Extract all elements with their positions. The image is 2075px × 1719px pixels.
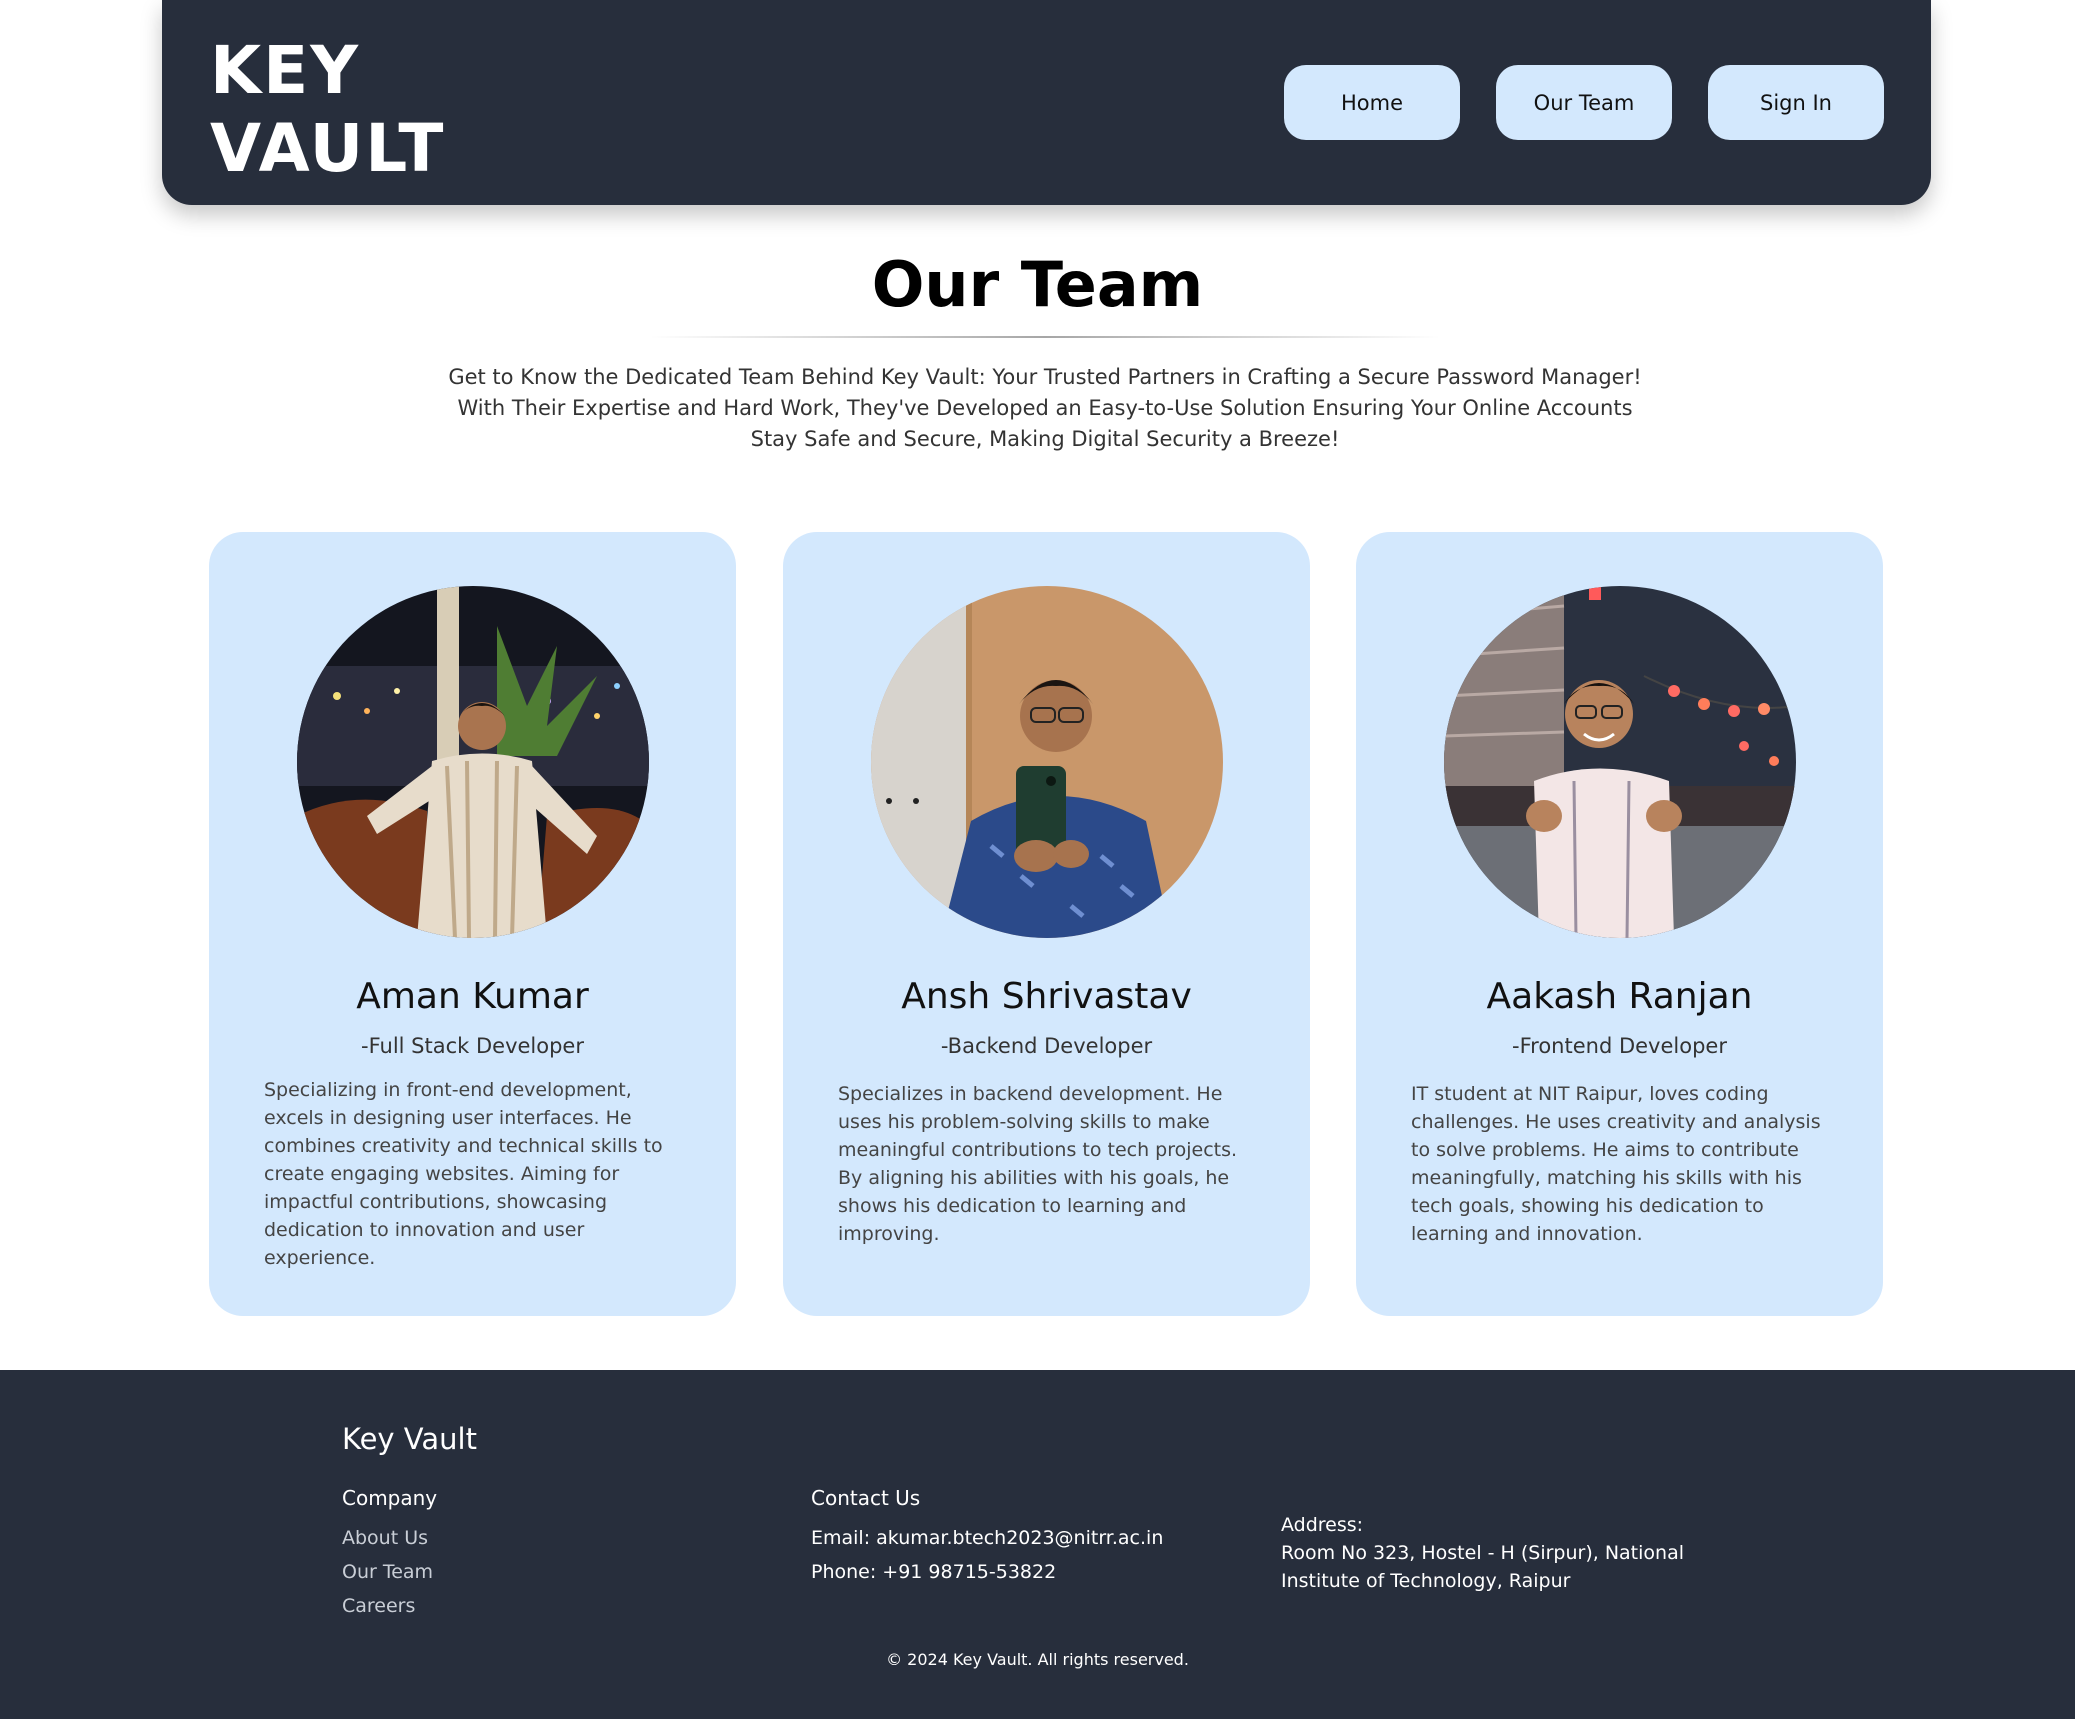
footer-link-careers[interactable]: Careers	[342, 1595, 415, 1617]
nav-sign-in-button[interactable]: Sign In	[1708, 65, 1884, 140]
avatar	[1444, 586, 1796, 938]
intro-line: Get to Know the Dedicated Team Behind Ke…	[448, 365, 1642, 389]
nav-our-team-button[interactable]: Our Team	[1496, 65, 1672, 140]
logo-line-2: VAULT	[210, 110, 446, 187]
avatar	[871, 586, 1223, 938]
avatar	[297, 586, 649, 938]
profile-photo-ansh	[871, 586, 1223, 938]
footer-link-about-us[interactable]: About Us	[342, 1527, 428, 1549]
intro-line: Stay Safe and Secure, Making Digital Sec…	[750, 427, 1340, 451]
footer-address-line: Room No 323, Hostel - H (Sirpur), Nation…	[1281, 1542, 1684, 1564]
footer-address-line: Institute of Technology, Raipur	[1281, 1570, 1571, 1592]
main-nav: Home Our Team Sign In	[1284, 65, 1884, 140]
member-role: -Frontend Developer	[1512, 1034, 1727, 1058]
member-name: Aakash Ranjan	[1486, 976, 1753, 1017]
profile-photo-aman	[297, 586, 649, 938]
footer-company-heading: Company	[342, 1486, 438, 1510]
title-divider	[650, 336, 1440, 338]
page-title: Our Team	[871, 248, 1204, 321]
site-header: KEY VAULT Home Our Team Sign In	[162, 0, 1931, 205]
footer-phone: Phone: +91 98715-53822	[811, 1561, 1057, 1583]
member-name: Ansh Shrivastav	[901, 976, 1192, 1017]
footer-email: Email: akumar.btech2023@nitrr.ac.in	[811, 1527, 1164, 1549]
footer-brand: Key Vault	[342, 1422, 477, 1456]
profile-photo-aakash	[1444, 586, 1796, 938]
member-description: IT student at NIT Raipur, loves coding c…	[1411, 1083, 1821, 1245]
footer-link-our-team[interactable]: Our Team	[342, 1561, 433, 1583]
footer-contact-heading: Contact Us	[811, 1486, 921, 1510]
nav-home-button[interactable]: Home	[1284, 65, 1460, 140]
member-description: Specializing in front-end development, e…	[264, 1079, 663, 1269]
footer-copyright: © 2024 Key Vault. All rights reserved.	[886, 1650, 1189, 1669]
member-description: Specializes in backend development. He u…	[838, 1083, 1238, 1245]
logo[interactable]: KEY VAULT	[210, 32, 445, 188]
member-role: -Backend Developer	[940, 1034, 1153, 1058]
member-name: Aman Kumar	[356, 976, 589, 1017]
member-role: -Full Stack Developer	[361, 1034, 584, 1058]
footer-address-label: Address:	[1281, 1514, 1364, 1536]
site-footer: Key Vault Company About Us Our Team Care…	[0, 1370, 2075, 1719]
intro-line: With Their Expertise and Hard Work, They…	[457, 396, 1633, 420]
team-card-ansh: Ansh Shrivastav -Backend Developer Speci…	[783, 532, 1310, 1316]
team-card-aman: Aman Kumar -Full Stack Developer Special…	[209, 532, 736, 1316]
intro-text: Get to Know the Dedicated Team Behind Ke…	[420, 362, 1670, 455]
logo-line-1: KEY	[210, 32, 361, 109]
team-card-aakash: Aakash Ranjan -Frontend Developer IT stu…	[1356, 532, 1883, 1316]
